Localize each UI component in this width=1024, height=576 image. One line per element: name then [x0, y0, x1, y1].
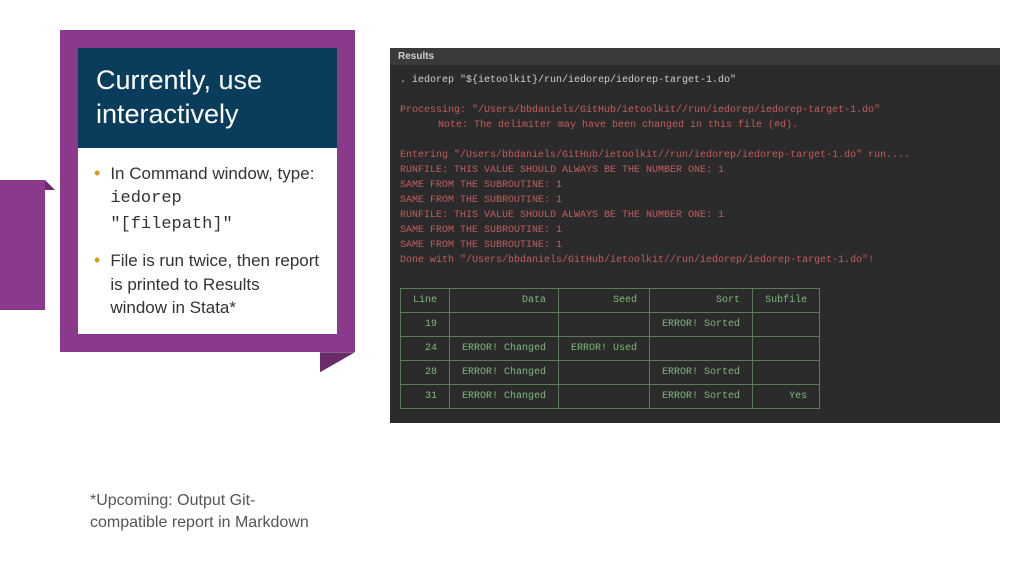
cell: ERROR! Used [559, 337, 650, 361]
table-header-row: Line Data Seed Sort Subfile [401, 289, 820, 313]
purple-frame: Currently, use interactively • In Comman… [60, 30, 355, 352]
bullet-intro: In Command window, type: [110, 164, 314, 183]
col-header: Subfile [753, 289, 820, 313]
cell [753, 337, 820, 361]
col-header: Sort [650, 289, 753, 313]
bullet-item: • File is run twice, then report is prin… [94, 249, 321, 320]
cell: ERROR! Changed [450, 385, 559, 409]
table-row: 24 ERROR! Changed ERROR! Used [401, 337, 820, 361]
cell [559, 313, 650, 337]
slide-title: Currently, use interactively [78, 48, 337, 148]
cell: ERROR! Sorted [650, 313, 753, 337]
cell: 31 [401, 385, 450, 409]
terminal-header: Results [390, 48, 1000, 65]
cell [450, 313, 559, 337]
terminal-line: Note: The delimiter may have been change… [400, 118, 990, 133]
table-row: 19 ERROR! Sorted [401, 313, 820, 337]
cell [559, 361, 650, 385]
bullet-dot-icon: • [94, 162, 100, 237]
terminal-line: SAME FROM THE SUBROUTINE: 1 [400, 193, 990, 208]
slide-content: • In Command window, type: iedorep "[fil… [78, 148, 337, 335]
cell: ERROR! Sorted [650, 385, 753, 409]
terminal-body: . iedorep "${ietoolkit}/run/iedorep/iedo… [390, 65, 1000, 276]
cell: ERROR! Changed [450, 337, 559, 361]
table-row: 28 ERROR! Changed ERROR! Sorted [401, 361, 820, 385]
cell [559, 385, 650, 409]
bullet-dot-icon: • [94, 249, 100, 320]
terminal-line: Entering "/Users/bbdaniels/GitHub/ietool… [400, 148, 990, 163]
terminal-line: . iedorep "${ietoolkit}/run/iedorep/iedo… [400, 73, 990, 88]
col-header: Data [450, 289, 559, 313]
cell [753, 361, 820, 385]
cell: 28 [401, 361, 450, 385]
terminal-line: RUNFILE: THIS VALUE SHOULD ALWAYS BE THE… [400, 163, 990, 178]
terminal-line: SAME FROM THE SUBROUTINE: 1 [400, 238, 990, 253]
terminal-line: SAME FROM THE SUBROUTINE: 1 [400, 223, 990, 238]
bullet-item: • In Command window, type: iedorep "[fil… [94, 162, 321, 237]
cell: Yes [753, 385, 820, 409]
terminal-line: RUNFILE: THIS VALUE SHOULD ALWAYS BE THE… [400, 208, 990, 223]
decorative-ribbon [0, 180, 45, 310]
cell [650, 337, 753, 361]
cell: ERROR! Sorted [650, 361, 753, 385]
table-row: 31 ERROR! Changed ERROR! Sorted Yes [401, 385, 820, 409]
bullet-text: File is run twice, then report is printe… [110, 249, 321, 320]
col-header: Line [401, 289, 450, 313]
bullet-text: In Command window, type: iedorep "[filep… [110, 162, 321, 237]
cell: 24 [401, 337, 450, 361]
results-terminal: Results . iedorep "${ietoolkit}/run/iedo… [390, 48, 1000, 423]
cell: ERROR! Changed [450, 361, 559, 385]
terminal-line: Processing: "/Users/bbdaniels/GitHub/iet… [400, 103, 990, 118]
cell [753, 313, 820, 337]
code-arg: "[filepath]" [110, 215, 232, 234]
code-command: iedorep [110, 189, 181, 208]
slide-left-panel: Currently, use interactively • In Comman… [60, 30, 355, 352]
terminal-line: Done with "/Users/bbdaniels/GitHub/ietoo… [400, 253, 990, 268]
terminal-line: SAME FROM THE SUBROUTINE: 1 [400, 178, 990, 193]
col-header: Seed [559, 289, 650, 313]
cell: 19 [401, 313, 450, 337]
result-table: Line Data Seed Sort Subfile 19 ERROR! So… [400, 288, 820, 409]
footnote: *Upcoming: Output Git-compatible report … [90, 490, 330, 535]
